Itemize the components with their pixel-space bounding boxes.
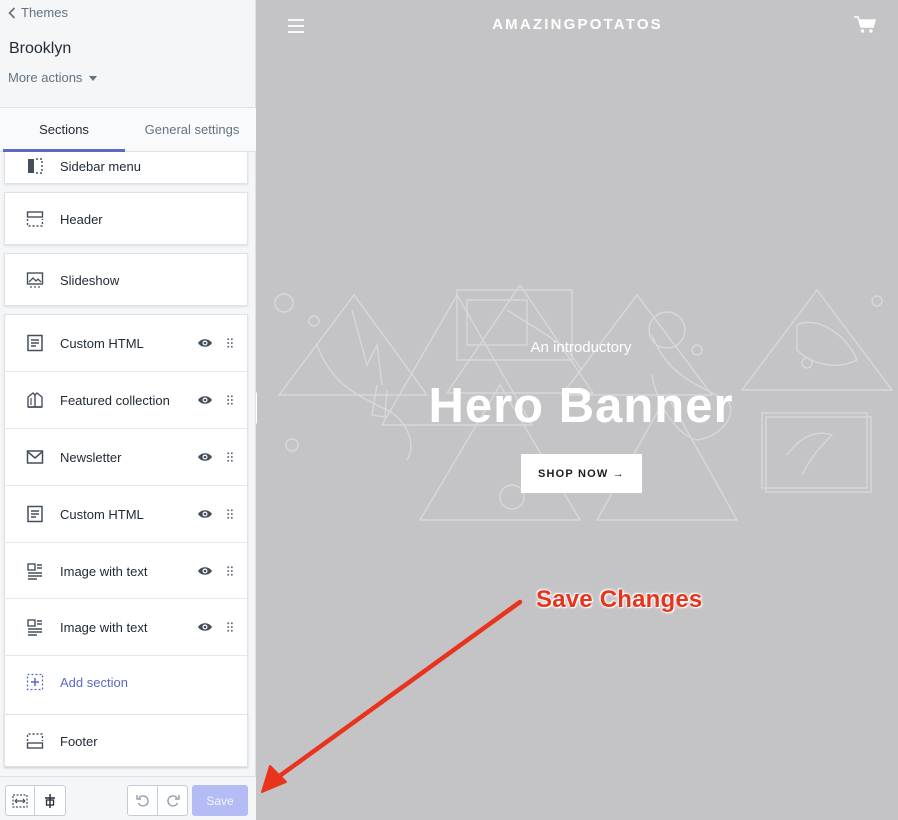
eye-icon[interactable] bbox=[197, 337, 213, 349]
undo-button[interactable] bbox=[127, 785, 158, 816]
section-label: Custom HTML bbox=[60, 336, 144, 351]
more-actions-dropdown[interactable]: More actions bbox=[8, 70, 98, 85]
section-label: Newsletter bbox=[60, 450, 122, 465]
section-item-header[interactable]: Header bbox=[5, 193, 247, 246]
document-text-icon bbox=[25, 504, 45, 524]
store-preview: AMAZINGPOTATOS An introductory Hero Bann… bbox=[257, 0, 898, 820]
drag-handle-icon[interactable] bbox=[227, 452, 233, 462]
section-card-group: Custom HTML Featured collection Newslett… bbox=[4, 314, 248, 767]
section-label: Header bbox=[60, 212, 103, 227]
add-section-icon bbox=[25, 672, 45, 692]
section-label: Image with text bbox=[60, 564, 148, 579]
bottom-toolbar: Save bbox=[0, 776, 256, 820]
section-item-newsletter[interactable]: Newsletter bbox=[5, 428, 247, 484]
section-label: Footer bbox=[60, 734, 98, 749]
section-label: Image with text bbox=[60, 620, 148, 635]
hero-subtitle: An introductory bbox=[530, 339, 632, 356]
section-label: Featured collection bbox=[60, 393, 170, 408]
section-item-slideshow[interactable]: Slideshow bbox=[5, 254, 247, 307]
section-label: Custom HTML bbox=[60, 507, 144, 522]
section-item-custom-html[interactable]: Custom HTML bbox=[5, 485, 247, 541]
slideshow-icon bbox=[25, 270, 45, 290]
section-item-custom-html[interactable]: Custom HTML bbox=[5, 315, 247, 371]
section-item-sidebar-menu[interactable]: Sidebar menu bbox=[5, 152, 247, 185]
caret-down-icon bbox=[89, 75, 98, 81]
store-brand[interactable]: AMAZINGPOTATOS bbox=[257, 16, 898, 33]
redo-button[interactable] bbox=[158, 785, 188, 816]
theme-editor-sidebar: Themes Brooklyn More actions Sections Ge… bbox=[0, 0, 256, 820]
chevron-left-icon bbox=[8, 6, 16, 19]
section-item-image-with-text[interactable]: Image with text bbox=[5, 598, 247, 654]
more-actions-label: More actions bbox=[8, 70, 83, 85]
drag-handle-icon[interactable] bbox=[227, 566, 233, 576]
eye-icon[interactable] bbox=[197, 394, 213, 406]
section-card-sidebar-menu: Sidebar menu bbox=[4, 152, 248, 184]
tab-sections[interactable]: Sections bbox=[0, 108, 128, 152]
add-section-label: Add section bbox=[60, 675, 128, 690]
back-link-label: Themes bbox=[21, 5, 68, 20]
undo-icon bbox=[135, 794, 149, 807]
sidebar-tabs: Sections General settings bbox=[0, 108, 256, 152]
drag-handle-icon[interactable] bbox=[227, 509, 233, 519]
footer-layout-icon bbox=[25, 731, 45, 751]
section-list: Sidebar menu Header Slideshow Custom HTM… bbox=[0, 152, 256, 776]
inspect-cursor-icon bbox=[45, 793, 55, 808]
section-card-footer: Footer bbox=[4, 714, 248, 767]
drag-handle-icon[interactable] bbox=[227, 622, 233, 632]
full-width-view-button[interactable] bbox=[5, 785, 35, 816]
section-item-image-with-text[interactable]: Image with text bbox=[5, 542, 247, 598]
section-label: Slideshow bbox=[60, 273, 120, 288]
eye-icon[interactable] bbox=[197, 565, 213, 577]
section-card-header: Header bbox=[4, 192, 248, 245]
mobile-view-button[interactable] bbox=[35, 785, 66, 816]
save-button[interactable]: Save bbox=[192, 785, 248, 816]
eye-icon[interactable] bbox=[197, 621, 213, 633]
image-text-icon bbox=[25, 561, 45, 581]
drag-handle-icon[interactable] bbox=[227, 338, 233, 348]
header-layout-icon bbox=[25, 209, 45, 229]
sidebar-layout-icon bbox=[25, 156, 45, 176]
image-text-icon bbox=[25, 617, 45, 637]
drag-handle-icon[interactable] bbox=[227, 395, 233, 405]
annotation-label: Save Changes bbox=[536, 586, 703, 613]
eye-icon[interactable] bbox=[197, 451, 213, 463]
sidebar-header: Themes Brooklyn More actions bbox=[0, 0, 255, 108]
mail-icon bbox=[25, 447, 45, 467]
add-section-button[interactable]: Add section bbox=[5, 655, 247, 707]
cart-icon[interactable] bbox=[853, 15, 877, 35]
expand-horizontal-icon bbox=[12, 793, 28, 808]
eye-icon[interactable] bbox=[197, 508, 213, 520]
section-card-slideshow: Slideshow bbox=[4, 253, 248, 306]
hero-title: Hero Banner bbox=[428, 379, 734, 433]
theme-name: Brooklyn bbox=[9, 40, 72, 57]
section-item-featured-collection[interactable]: Featured collection bbox=[5, 371, 247, 427]
section-label: Sidebar menu bbox=[60, 159, 141, 174]
tab-general-settings[interactable]: General settings bbox=[128, 108, 256, 151]
redo-icon bbox=[166, 794, 180, 807]
section-item-footer[interactable]: Footer bbox=[5, 715, 247, 768]
document-text-icon bbox=[25, 333, 45, 353]
shop-now-button[interactable]: SHOP NOW → bbox=[521, 454, 642, 493]
collection-book-icon bbox=[25, 390, 45, 410]
back-to-themes-link[interactable]: Themes bbox=[8, 5, 68, 20]
